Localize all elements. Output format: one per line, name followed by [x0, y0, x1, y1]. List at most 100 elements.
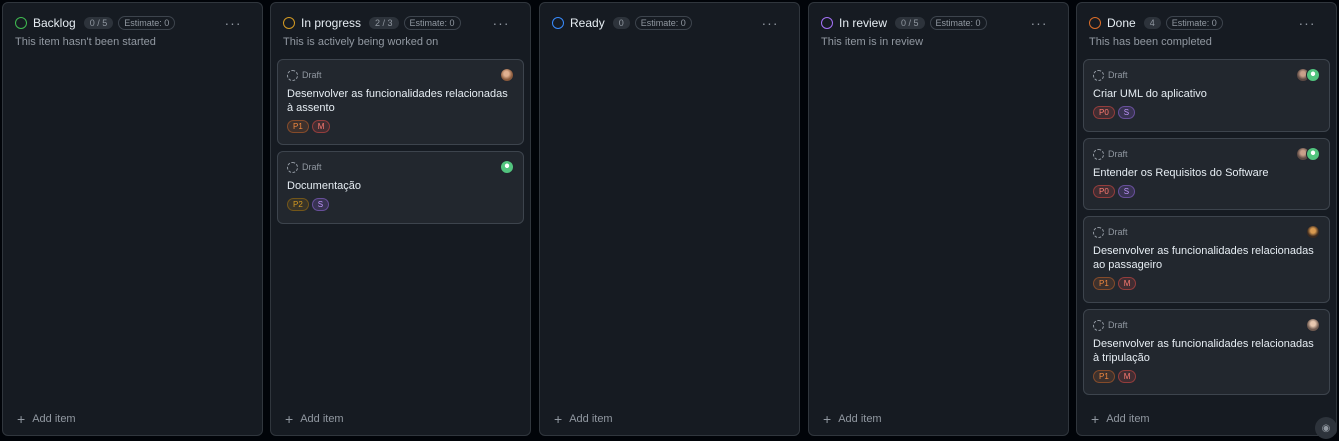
copilot-icon[interactable]: ◉ — [1315, 417, 1337, 439]
label-s[interactable]: S — [1117, 185, 1136, 198]
avatar[interactable] — [1306, 147, 1320, 161]
column-header: Done 4 Estimate: 0 ··· — [1089, 13, 1324, 33]
status-circle-icon — [15, 17, 27, 29]
estimate-badge: Estimate: 0 — [118, 16, 176, 30]
label-m[interactable]: M — [311, 120, 331, 133]
column-in-review: In review 0 / 5 Estimate: 0 ··· This ite… — [808, 2, 1069, 436]
add-item-label: Add item — [300, 413, 344, 425]
add-item-button[interactable]: + Add item — [1091, 411, 1150, 427]
item-card[interactable]: Draft Criar UML do aplicativo P0 S — [1083, 59, 1330, 132]
assignees — [1306, 225, 1320, 239]
avatar[interactable] — [500, 68, 514, 82]
label-p2[interactable]: P2 — [287, 198, 309, 211]
label-p1[interactable]: P1 — [1093, 277, 1115, 290]
draft-label: Draft — [1108, 149, 1128, 159]
item-labels: P0 S — [1093, 185, 1320, 198]
avatar[interactable] — [1306, 225, 1320, 239]
column-backlog: Backlog 0 / 5 Estimate: 0 ··· This item … — [2, 2, 263, 436]
draft-label: Draft — [302, 162, 322, 172]
add-item-label: Add item — [1106, 413, 1150, 425]
label-p1[interactable]: P1 — [287, 120, 309, 133]
item-labels: P1 M — [1093, 277, 1320, 290]
column-done: Done 4 Estimate: 0 ··· This has been com… — [1076, 2, 1337, 436]
column-in-progress: In progress 2 / 3 Estimate: 0 ··· This i… — [270, 2, 531, 436]
assignees — [1306, 318, 1320, 332]
kebab-horizontal-icon[interactable]: ··· — [759, 13, 781, 33]
avatar[interactable] — [1306, 68, 1320, 82]
draft-label: Draft — [1108, 320, 1128, 330]
item-labels: P1 M — [1093, 370, 1320, 383]
item-title[interactable]: Desenvolver as funcionalidades relaciona… — [1093, 337, 1320, 365]
label-p1[interactable]: P1 — [1093, 370, 1115, 383]
plus-icon: + — [1091, 411, 1100, 427]
column-header: In review 0 / 5 Estimate: 0 ··· — [821, 13, 1056, 33]
status-circle-icon — [552, 17, 564, 29]
column-title: In progress — [301, 16, 362, 30]
kebab-horizontal-icon[interactable]: ··· — [490, 13, 512, 33]
label-s[interactable]: S — [1117, 106, 1136, 119]
plus-icon: + — [823, 411, 832, 427]
add-item-label: Add item — [569, 413, 613, 425]
estimate-badge: Estimate: 0 — [403, 16, 461, 30]
column-description: This item is in review — [821, 36, 924, 48]
avatar[interactable] — [1306, 318, 1320, 332]
item-title[interactable]: Criar UML do aplicativo — [1093, 87, 1320, 101]
kebab-horizontal-icon[interactable]: ··· — [1296, 13, 1318, 33]
project-board: Backlog 0 / 5 Estimate: 0 ··· This item … — [0, 0, 1339, 441]
label-m[interactable]: M — [1117, 370, 1137, 383]
item-card[interactable]: Draft Documentação P2 S — [277, 151, 524, 224]
column-header: Backlog 0 / 5 Estimate: 0 ··· — [15, 13, 250, 33]
item-count: 0 — [612, 17, 630, 29]
column-title: Ready — [570, 16, 605, 30]
item-card[interactable]: Draft Desenvolver as funcionalidades rel… — [277, 59, 524, 145]
kebab-horizontal-icon[interactable]: ··· — [222, 13, 244, 33]
item-title[interactable]: Documentação — [287, 179, 514, 193]
add-item-button[interactable]: + Add item — [823, 411, 882, 427]
label-p0[interactable]: P0 — [1093, 185, 1115, 198]
kebab-horizontal-icon[interactable]: ··· — [1028, 13, 1050, 33]
column-description: This is actively being worked on — [283, 36, 439, 48]
column-ready: Ready 0 Estimate: 0 ··· + Add item — [539, 2, 800, 436]
plus-icon: + — [285, 411, 294, 427]
assignees — [1296, 68, 1320, 82]
draft-label: Draft — [302, 70, 322, 80]
draft-circle-icon — [1093, 148, 1104, 160]
item-card[interactable]: Draft Entender os Requisitos do Software… — [1083, 138, 1330, 210]
item-labels: P0 S — [1093, 106, 1320, 119]
draft-circle-icon — [287, 69, 298, 81]
plus-icon: + — [554, 411, 563, 427]
draft-circle-icon — [287, 161, 298, 173]
item-count: 2 / 3 — [369, 17, 399, 29]
avatar[interactable] — [500, 160, 514, 174]
column-title: In review — [839, 16, 888, 30]
label-s[interactable]: S — [311, 198, 330, 211]
add-item-button[interactable]: + Add item — [17, 411, 76, 427]
column-title: Backlog — [33, 16, 76, 30]
assignees — [1296, 147, 1320, 161]
column-description: This item hasn't been started — [15, 36, 156, 48]
assignees — [500, 160, 514, 174]
item-title[interactable]: Desenvolver as funcionalidades relaciona… — [287, 87, 514, 115]
estimate-badge: Estimate: 0 — [1165, 16, 1223, 30]
item-card[interactable]: Draft Desenvolver as funcionalidades rel… — [1083, 309, 1330, 395]
plus-icon: + — [17, 411, 26, 427]
status-circle-icon — [821, 17, 833, 29]
draft-circle-icon — [1093, 226, 1104, 238]
label-p0[interactable]: P0 — [1093, 106, 1115, 119]
item-labels: P2 S — [287, 198, 514, 211]
item-title[interactable]: Desenvolver as funcionalidades relaciona… — [1093, 244, 1320, 272]
item-count: 0 / 5 — [83, 17, 114, 29]
estimate-badge: Estimate: 0 — [634, 16, 692, 30]
add-item-button[interactable]: + Add item — [554, 411, 613, 427]
add-item-button[interactable]: + Add item — [285, 411, 344, 427]
draft-label: Draft — [1108, 227, 1128, 237]
item-card[interactable]: Draft Desenvolver as funcionalidades rel… — [1083, 216, 1330, 303]
label-m[interactable]: M — [1117, 277, 1137, 290]
column-title: Done — [1107, 16, 1136, 30]
column-description: This has been completed — [1089, 36, 1212, 48]
assignees — [500, 68, 514, 82]
draft-circle-icon — [1093, 69, 1104, 81]
column-header: In progress 2 / 3 Estimate: 0 ··· — [283, 13, 518, 33]
add-item-label: Add item — [838, 413, 882, 425]
item-title[interactable]: Entender os Requisitos do Software — [1093, 166, 1320, 180]
